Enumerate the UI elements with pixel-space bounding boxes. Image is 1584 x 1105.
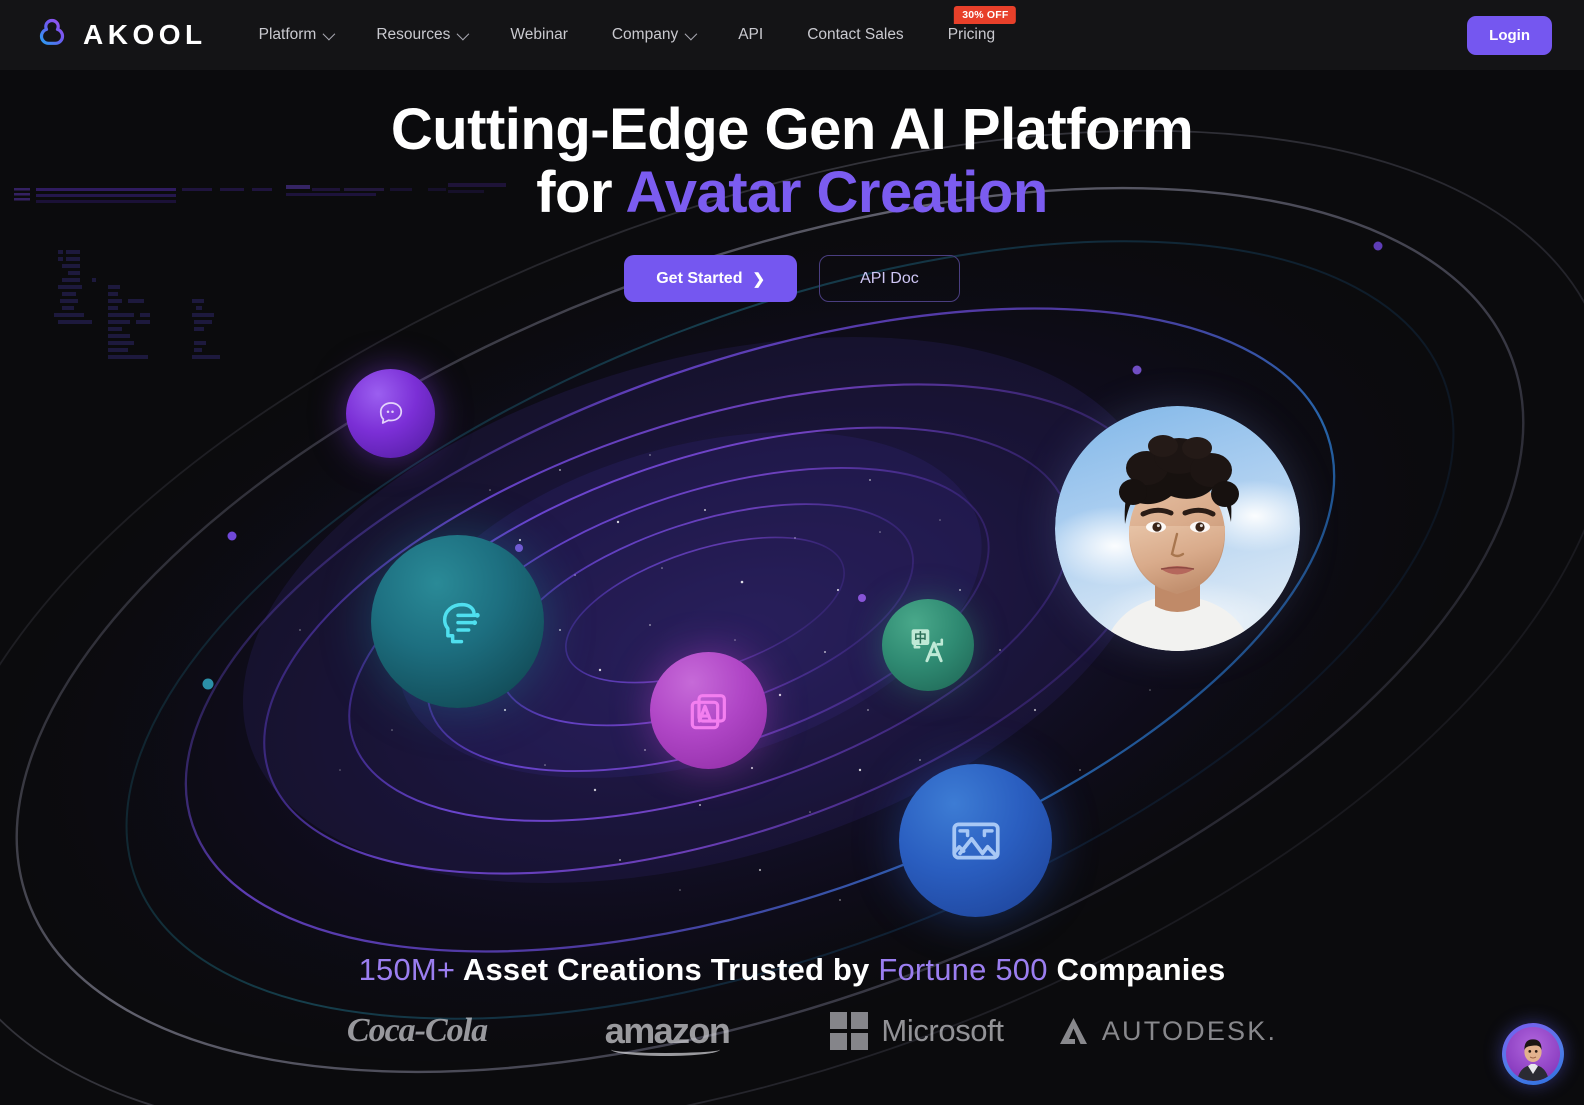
amazon-smile-icon <box>610 1043 721 1056</box>
picture-icon <box>951 821 1000 860</box>
brand-name: AKOOL <box>83 19 207 50</box>
chevron-down-icon <box>684 27 698 40</box>
chat-avatar-widget[interactable] <box>1502 1023 1564 1085</box>
nav-item-company[interactable]: Company <box>590 0 716 70</box>
get-started-label: Get Started <box>656 269 743 287</box>
nav-item-api[interactable]: API <box>716 0 785 70</box>
get-started-button[interactable]: Get Started ❯ <box>624 255 798 302</box>
coca-cola-label: Coca-Cola <box>346 1012 488 1049</box>
microsoft-grid-icon <box>830 1012 869 1050</box>
svg-text:中: 中 <box>914 630 927 645</box>
hero-background-graphic <box>0 129 1584 1105</box>
nav-item-platform[interactable]: Platform <box>237 0 355 70</box>
chevron-down-icon <box>322 27 336 40</box>
nav-label-api: API <box>738 26 764 43</box>
letter-a-card-icon <box>690 693 726 729</box>
orb-video-translate[interactable]: 中 <box>882 599 974 691</box>
orb-talking-photo[interactable] <box>371 535 544 708</box>
akool-cloud-logo-icon <box>32 15 72 55</box>
trust-headline: 150M+ Asset Creations Trusted by Fortune… <box>0 952 1584 988</box>
chevron-right-icon: ❯ <box>752 270 766 288</box>
autodesk-label: AUTODESK. <box>1101 1015 1278 1046</box>
autodesk-a-icon <box>1059 1018 1087 1044</box>
coca-cola-logo: Coca-Cola <box>292 1012 542 1050</box>
nav-links: Platform Resources Webinar Company API C… <box>237 0 1017 70</box>
nav-label-webinar: Webinar <box>510 26 568 43</box>
chat-widget-avatar <box>1506 1027 1560 1081</box>
customer-logo-strip: Coca-Cola amazon Microsoft AUTODESK. <box>0 1010 1584 1056</box>
page-root: 中 Cutting-Edge Gen AI Platform for Avata… <box>0 0 1584 1105</box>
nav-item-resources[interactable]: Resources <box>354 0 488 70</box>
nav-label-platform: Platform <box>258 26 317 43</box>
nav-label-company: Company <box>611 26 679 43</box>
nav-item-webinar[interactable]: Webinar <box>488 0 589 70</box>
pricing-discount-badge: 30% OFF <box>954 6 1016 24</box>
face-tech-icon <box>442 602 480 643</box>
orb-text-to-image[interactable] <box>650 652 767 769</box>
microsoft-label: Microsoft <box>881 1013 1004 1048</box>
nav-label-resources: Resources <box>376 26 451 43</box>
nav-label-contact-sales: Contact Sales <box>807 26 904 43</box>
translate-icon: 中 <box>911 629 944 663</box>
orb-image-generate[interactable] <box>899 764 1052 917</box>
avatar-portrait <box>1055 406 1300 651</box>
login-button[interactable]: Login <box>1467 16 1552 55</box>
nav-item-pricing[interactable]: 30% OFF Pricing <box>926 0 1017 70</box>
top-navigation-bar: AKOOL Platform Resources Webinar Company… <box>0 0 1584 70</box>
amazon-logo: amazon <box>542 1010 792 1056</box>
chat-bubble-icon <box>379 401 402 424</box>
nav-label-pricing: Pricing <box>947 26 996 43</box>
trust-fortune-accent: Fortune 500 <box>878 952 1048 987</box>
autodesk-logo: AUTODESK. <box>1042 1016 1292 1047</box>
hero-section: 中 Cutting-Edge Gen AI Platform for Avata… <box>0 70 1584 1105</box>
nav-item-contact-sales[interactable]: Contact Sales <box>785 0 926 70</box>
trust-tail-text: Companies <box>1047 952 1226 987</box>
chevron-down-icon <box>456 27 470 40</box>
microsoft-logo: Microsoft <box>792 1012 1042 1050</box>
trust-mid-text: Asset Creations Trusted by <box>455 952 879 987</box>
api-doc-button[interactable]: API Doc <box>819 255 960 302</box>
trust-count: 150M+ <box>358 952 456 987</box>
orb-live-chat-avatar[interactable] <box>346 369 435 458</box>
amazon-wordmark: amazon <box>605 1010 731 1056</box>
hero-cta-row: Get Started ❯ API Doc <box>0 255 1584 302</box>
brand-logo[interactable]: AKOOL <box>32 15 207 55</box>
